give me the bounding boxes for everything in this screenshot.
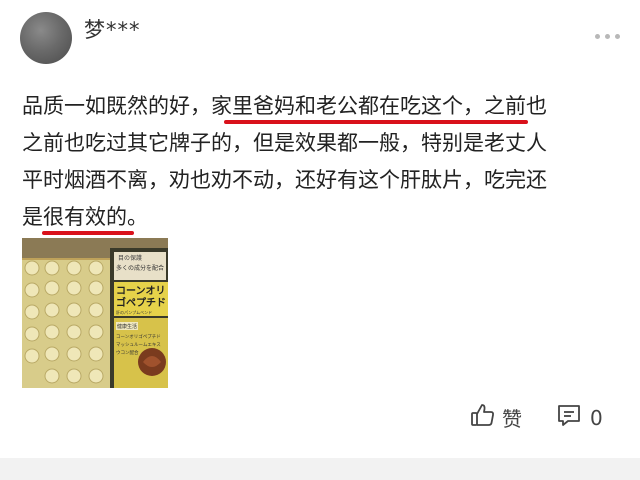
username[interactable]: 梦*** <box>84 14 141 44</box>
comment-button[interactable]: 0 <box>556 402 603 433</box>
highlighted-text: 很有效的 <box>43 205 127 229</box>
text-segment: 之前也吃过其它牌子的，但是效果都一般，特别是老丈人 <box>22 131 547 155</box>
review-post: 梦*** 品质一如既然的好，家里爸妈和老公都在吃这个，之前也 之前也吃过其它牌子… <box>0 0 640 458</box>
comment-count: 0 <box>590 405 603 430</box>
highlighted-text: 家里爸妈和老公都在吃这个， <box>211 94 484 118</box>
text-line-2: 之前也吃过其它牌子的，但是效果都一般，特别是老丈人 <box>22 125 622 162</box>
box-label-jp1: 多くの成分を配合 <box>116 264 164 272</box>
product-photo[interactable]: 目の保護 多くの成分を配合 コーンオリ ゴペプチド 肝のパンプムベンド 健康生活… <box>22 238 168 388</box>
text-segment: 。 <box>127 205 148 229</box>
text-segment: 是 <box>22 205 43 229</box>
like-button[interactable]: 赞 <box>470 402 522 433</box>
highlight-underline <box>42 231 134 235</box>
comment-icon <box>556 402 582 433</box>
box-small-text: 肝のパンプムベンド <box>116 309 152 315</box>
highlight-underline <box>224 120 528 124</box>
avatar[interactable] <box>20 12 72 64</box>
text-line-1: 品质一如既然的好，家里爸妈和老公都在吃这个，之前也 <box>22 88 622 125</box>
text-segment: 之前也 <box>484 94 547 118</box>
blister-pack-image <box>22 260 112 388</box>
box-title-1: コーンオリ <box>116 285 166 297</box>
box-badge: 健康生活 <box>117 323 137 330</box>
box-list-item: マッシュルームエキス <box>116 342 161 348</box>
text-line-4: 是很有效的。 <box>22 199 622 236</box>
review-text: 品质一如既然的好，家里爸妈和老公都在吃这个，之前也 之前也吃过其它牌子的，但是效… <box>22 88 622 236</box>
box-title-2: ゴペプチド <box>116 296 166 309</box>
text-segment: 品质一如既然的好， <box>22 94 211 118</box>
box-label-top: 目の保護 <box>118 254 142 262</box>
product-box-image: 目の保護 多くの成分を配合 コーンオリ ゴペプチド 肝のパンプムベンド 健康生活… <box>110 248 168 388</box>
text-line-3: 平时烟酒不离，劝也劝不动，还好有这个肝肽片，吃完还 <box>22 162 622 199</box>
more-options-icon[interactable] <box>595 34 620 39</box>
divider-bar <box>0 458 640 480</box>
text-segment: 平时烟酒不离，劝也劝不动，还好有这个肝肽片，吃完还 <box>22 168 547 192</box>
like-label: 赞 <box>502 407 522 431</box>
box-list-item: コーンオリゴペプチド <box>116 333 161 340</box>
box-list-item: ウコン配合 <box>116 349 139 356</box>
post-actions: 赞 0 <box>0 402 640 434</box>
thumbs-up-icon <box>470 402 496 433</box>
